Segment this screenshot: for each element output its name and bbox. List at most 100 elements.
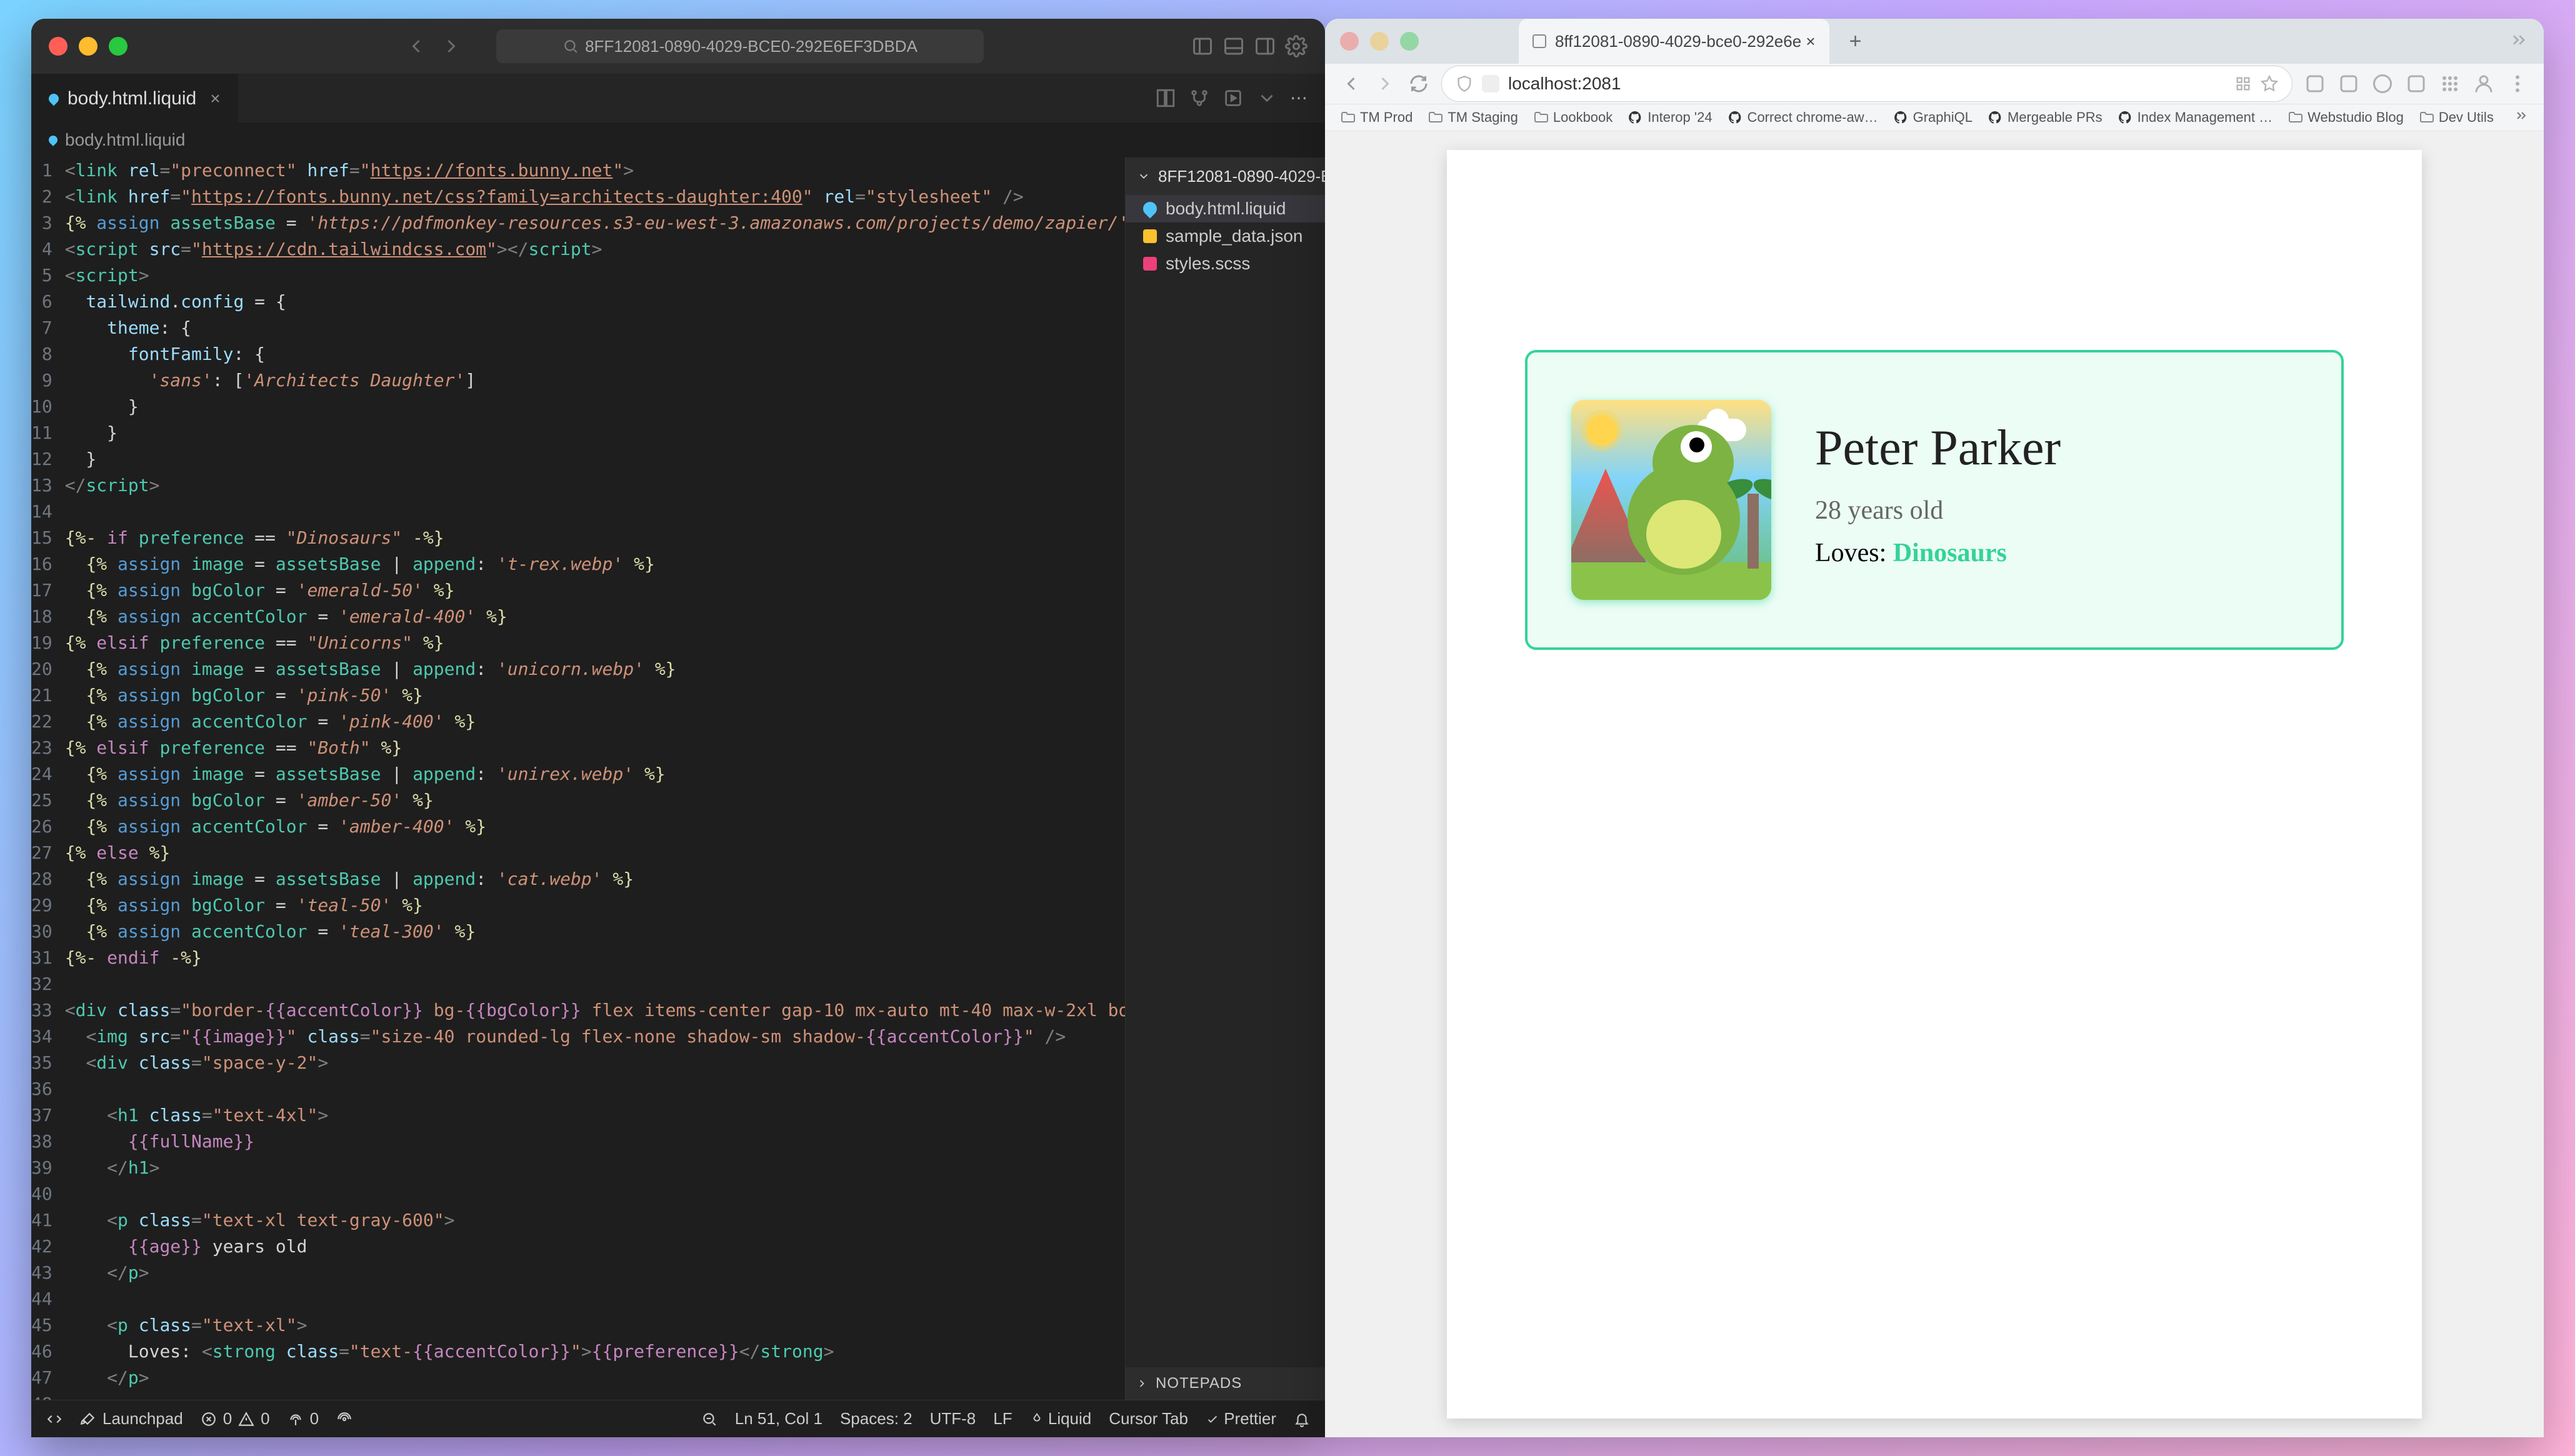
browser-tab[interactable]: 8ff12081-0890-4029-bce0-292e6e × <box>1519 19 1829 64</box>
panel-left-icon[interactable] <box>1191 35 1214 57</box>
extensions-icon[interactable] <box>2234 75 2252 92</box>
folder-icon <box>1533 110 1548 125</box>
file-explorer-item[interactable]: sample_data.json <box>1126 222 1325 250</box>
line-numbers-gutter: 1 2 3 4 5 6 7 8 9 10 11 12 13 14 15 16 1… <box>31 157 65 1400</box>
folder-icon <box>2288 110 2302 125</box>
status-launchpad[interactable]: Launchpad <box>80 1409 183 1429</box>
shield-icon[interactable] <box>1456 75 1473 92</box>
profile-icon[interactable] <box>2472 72 2495 95</box>
forward-icon[interactable] <box>440 35 462 57</box>
bookmark-item[interactable]: Correct chrome-aw… <box>1728 109 1878 126</box>
status-remote[interactable] <box>46 1411 62 1427</box>
window-controls <box>1340 32 1419 51</box>
liquid-file-icon <box>47 92 61 106</box>
git-icon[interactable] <box>1189 87 1210 109</box>
check-icon <box>1206 1412 1219 1426</box>
fullscreen-button[interactable] <box>1400 32 1419 51</box>
chevrons-right-icon[interactable] <box>2514 108 2529 123</box>
editor-tab-active[interactable]: body.html.liquid × <box>31 74 238 122</box>
fullscreen-button[interactable] <box>109 37 128 56</box>
bookmark-item[interactable]: Webstudio Blog <box>2288 109 2404 126</box>
editor-command-palette[interactable]: 8FF12081-0890-4029-BCE0-292E6EF3DBDA <box>496 29 984 63</box>
browser-titlebar[interactable]: 8ff12081-0890-4029-bce0-292e6e × + <box>1325 19 2544 64</box>
browser-window: 8ff12081-0890-4029-bce0-292e6e × + local… <box>1325 19 2544 1437</box>
bookmark-item[interactable]: TM Prod <box>1340 109 1412 126</box>
editor-status-bar: Launchpad 0 0 0 Ln 51, Col 1 Spaces: 2 U… <box>31 1400 1325 1437</box>
bookmark-star-icon[interactable] <box>2261 75 2278 92</box>
status-cursor-tab[interactable]: Cursor Tab <box>1109 1409 1188 1429</box>
status-prettier[interactable]: Prettier <box>1206 1409 1276 1429</box>
file-name: styles.scss <box>1166 254 1250 274</box>
json-file-icon <box>1143 229 1157 243</box>
chevrons-right-icon[interactable] <box>2509 30 2529 50</box>
panel-right-icon[interactable] <box>1254 35 1276 57</box>
reload-icon[interactable] <box>1408 72 1430 95</box>
status-encoding[interactable]: UTF-8 <box>930 1409 976 1429</box>
chevron-down-icon[interactable] <box>1256 87 1278 109</box>
explorer-repo-name: 8FF12081-0890-4029-BCE0-... <box>1158 167 1325 186</box>
editor-breadcrumb[interactable]: body.html.liquid <box>31 122 1325 157</box>
code-editor[interactable]: 1 2 3 4 5 6 7 8 9 10 11 12 13 14 15 16 1… <box>31 157 1125 1400</box>
warning-icon <box>238 1411 254 1427</box>
status-language[interactable]: Liquid <box>1030 1409 1092 1429</box>
zoom-icon[interactable] <box>701 1411 718 1427</box>
forward-icon[interactable] <box>1374 72 1396 95</box>
panel-bottom-icon[interactable] <box>1222 35 1245 57</box>
bookmark-item[interactable]: TM Staging <box>1428 109 1518 126</box>
more-icon[interactable]: ⋯ <box>1290 87 1308 109</box>
back-icon[interactable] <box>405 35 428 57</box>
browser-tab-title: 8ff12081-0890-4029-bce0-292e6e × <box>1555 32 1816 51</box>
site-info-icon[interactable] <box>1482 75 1499 92</box>
bookmark-item[interactable]: Index Management … <box>2118 109 2272 126</box>
play-icon[interactable] <box>1222 87 1244 109</box>
github-icon <box>2118 110 2132 125</box>
github-icon <box>1728 110 1742 125</box>
gear-icon[interactable] <box>1285 35 1308 57</box>
bookmark-item[interactable]: GraphiQL <box>1893 109 1972 126</box>
file-explorer-item[interactable]: body.html.liquid <box>1126 195 1325 222</box>
folder-icon <box>2419 110 2434 125</box>
bell-icon[interactable] <box>1294 1411 1310 1427</box>
status-spaces[interactable]: Spaces: 2 <box>840 1409 912 1429</box>
bookmark-item[interactable]: Interop '24 <box>1628 109 1712 126</box>
browser-url-bar[interactable]: localhost:2081 <box>1441 66 2292 102</box>
close-button[interactable] <box>1340 32 1359 51</box>
notepads-label: NOTEPADS <box>1156 1375 1242 1392</box>
editor-titlebar[interactable]: 8FF12081-0890-4029-BCE0-292E6EF3DBDA <box>31 19 1325 74</box>
broadcast-icon <box>336 1411 352 1427</box>
window-controls <box>49 37 128 56</box>
explorer-notepads-section[interactable]: NOTEPADS <box>1126 1367 1325 1400</box>
bookmark-item[interactable]: Dev Utils <box>2419 109 2494 126</box>
status-ports[interactable]: 0 <box>288 1409 319 1429</box>
status-eol[interactable]: LF <box>993 1409 1012 1429</box>
minimize-button[interactable] <box>1370 32 1389 51</box>
back-icon[interactable] <box>1340 72 1362 95</box>
menu-icon[interactable] <box>2506 72 2529 95</box>
explorer-header[interactable]: 8FF12081-0890-4029-BCE0-... <box>1126 157 1325 195</box>
code-content[interactable]: <link rel="preconnect" href="https://fon… <box>65 157 1125 1400</box>
card-loves: Loves: Dinosaurs <box>1815 538 2061 568</box>
card-age: 28 years old <box>1815 496 2061 526</box>
new-tab-button[interactable]: + <box>1842 27 1869 55</box>
bookmark-item[interactable]: Lookbook <box>1533 109 1612 126</box>
folder-icon <box>1340 110 1355 125</box>
ext-2-icon[interactable] <box>2338 72 2360 95</box>
editor-file-explorer: 8FF12081-0890-4029-BCE0-... body.html.li… <box>1125 157 1325 1400</box>
github-icon <box>1988 110 2002 125</box>
ext-3-icon[interactable] <box>2371 72 2394 95</box>
compare-icon[interactable] <box>1155 87 1176 109</box>
status-live[interactable] <box>336 1411 352 1427</box>
close-tab-icon[interactable]: × <box>210 89 220 109</box>
apps-icon[interactable] <box>2439 72 2461 95</box>
editor-tab-filename: body.html.liquid <box>68 88 196 109</box>
ext-1-icon[interactable] <box>2304 72 2326 95</box>
file-explorer-item[interactable]: styles.scss <box>1126 250 1325 277</box>
search-icon <box>562 38 579 54</box>
bookmark-item[interactable]: Mergeable PRs <box>1988 109 2102 126</box>
status-ln-col[interactable]: Ln 51, Col 1 <box>735 1409 822 1429</box>
minimize-button[interactable] <box>79 37 98 56</box>
card-preference: Dinosaurs <box>1893 539 2007 567</box>
ext-4-icon[interactable] <box>2405 72 2428 95</box>
close-button[interactable] <box>49 37 68 56</box>
status-problems[interactable]: 0 0 <box>201 1409 270 1429</box>
